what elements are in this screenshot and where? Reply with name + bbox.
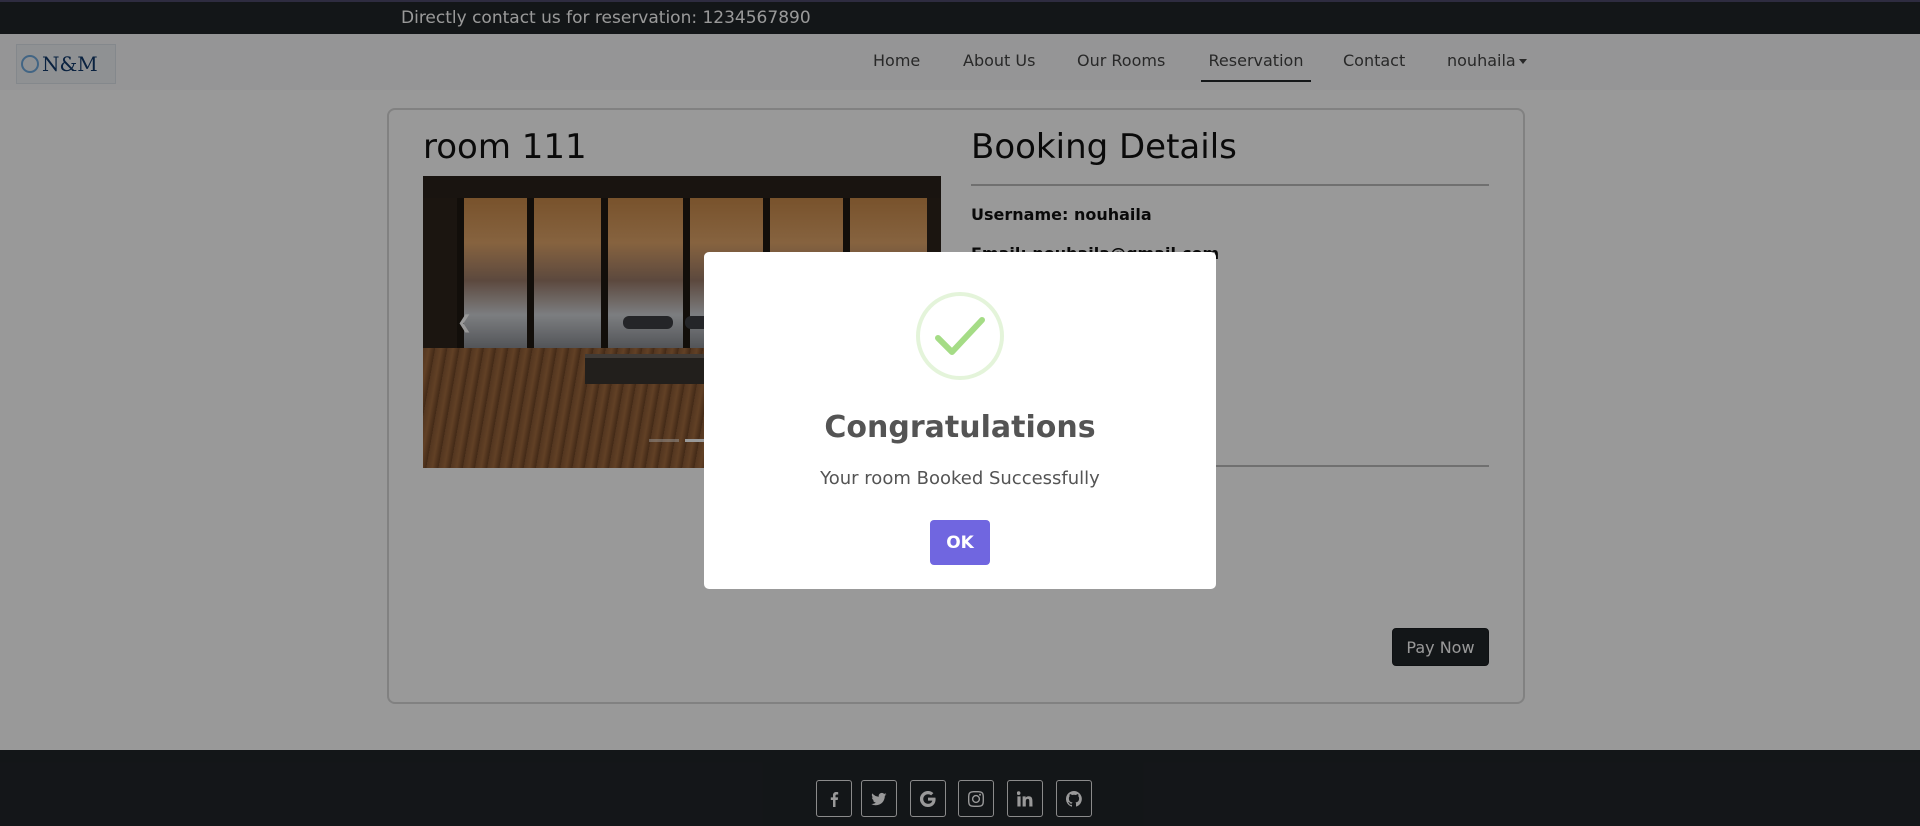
modal-message: Your room Booked Successfully <box>820 468 1100 489</box>
success-check-icon <box>916 292 1004 380</box>
modal-title: Congratulations <box>824 410 1096 445</box>
ok-button[interactable]: OK <box>930 520 990 565</box>
success-modal: Congratulations Your room Booked Success… <box>704 252 1216 589</box>
